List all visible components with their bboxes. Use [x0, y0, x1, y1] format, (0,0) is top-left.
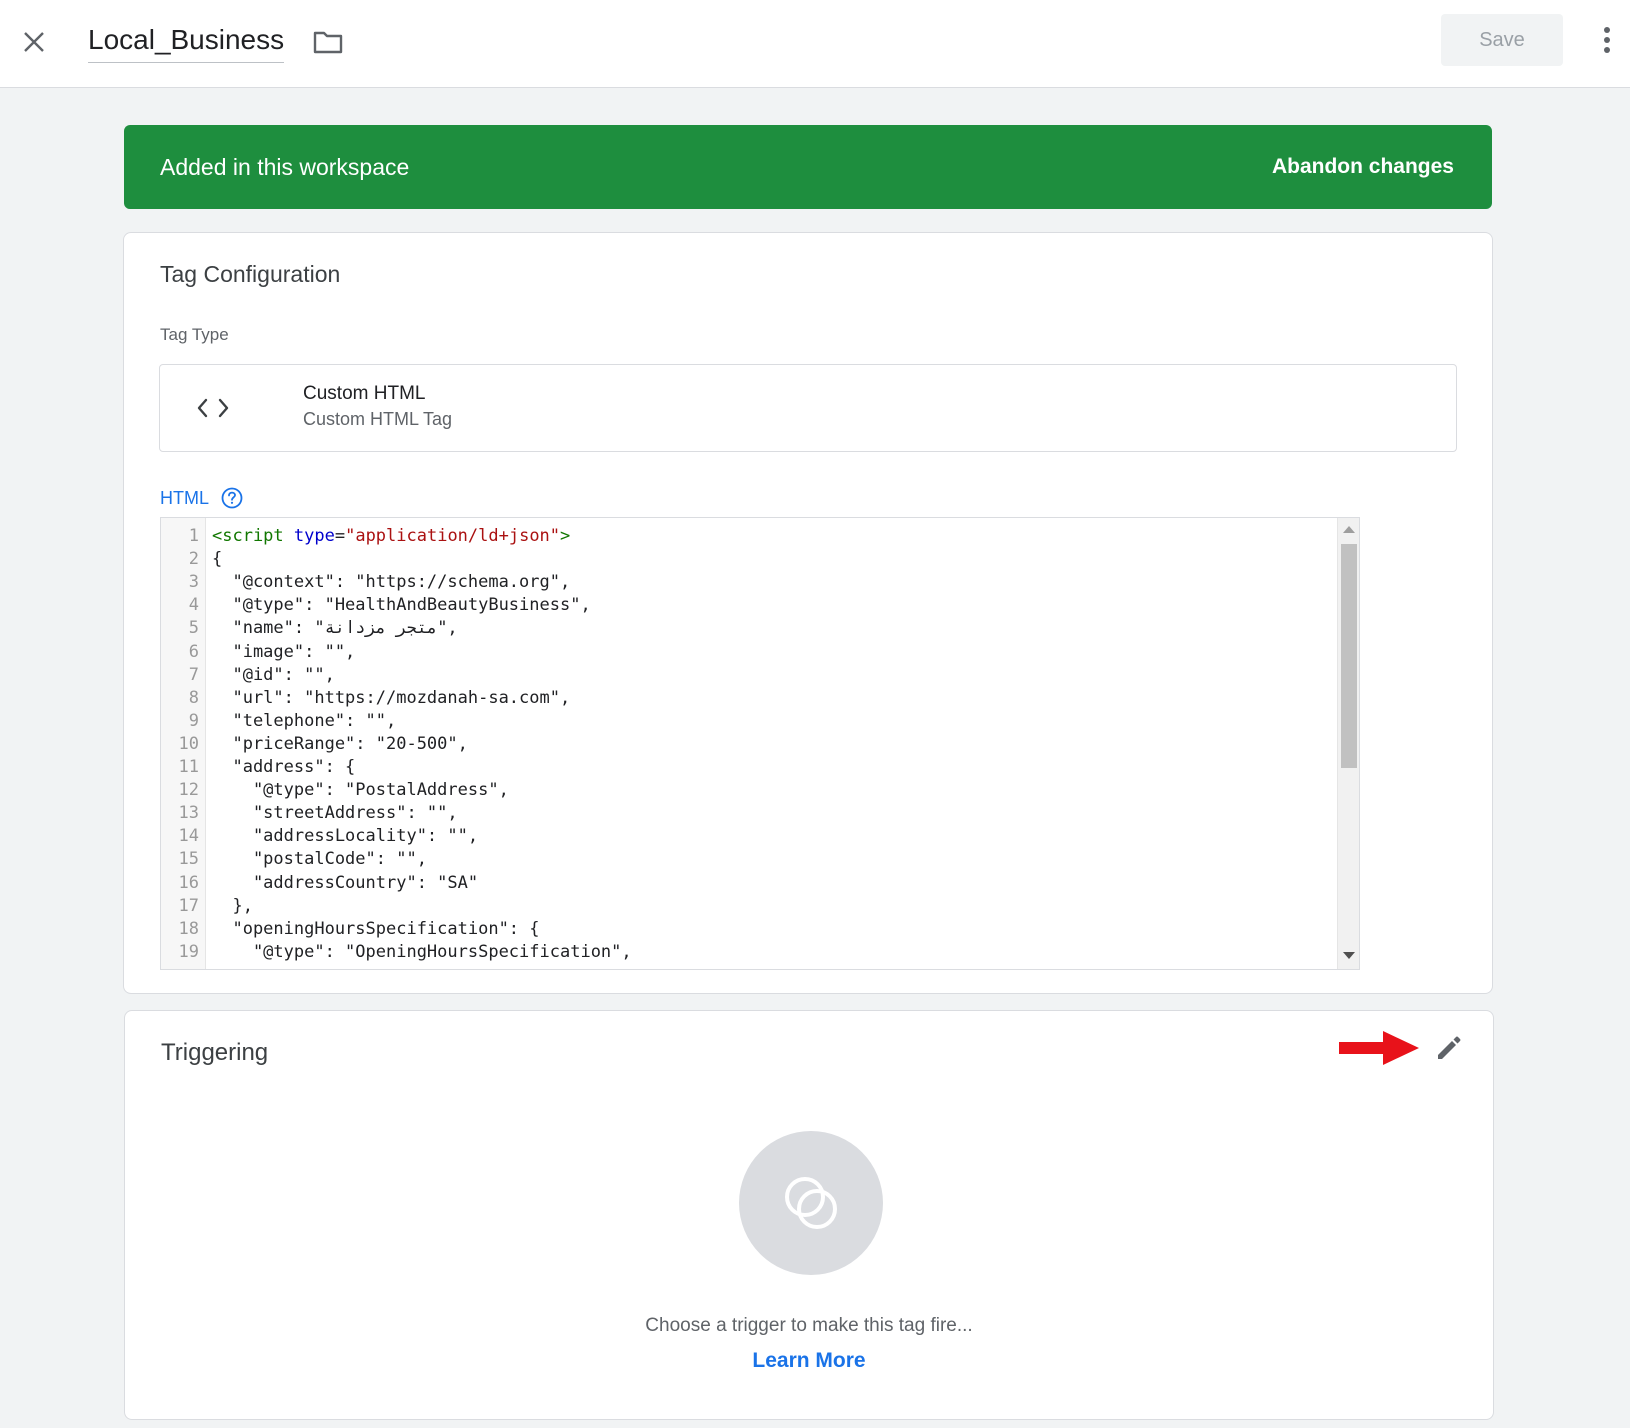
code-token: >	[560, 526, 571, 546]
more-vert-icon	[1604, 27, 1610, 53]
code-line: 2{	[161, 547, 1331, 571]
code-line: 14 "addressLocality": "",	[161, 824, 1331, 848]
line-number: 6	[188, 641, 199, 662]
line-number: 9	[188, 710, 199, 731]
triggering-card[interactable]: Triggering Choose a trigger to make this…	[124, 1010, 1494, 1420]
code-token: "application/ld+json"	[345, 526, 561, 546]
code-text: "address": {	[212, 757, 356, 777]
line-number: 17	[178, 895, 199, 916]
pencil-icon	[1438, 1036, 1461, 1059]
line-number: 13	[178, 803, 199, 824]
code-line: 10 "priceRange": "20-500",	[161, 732, 1331, 756]
tag-configuration-title: Tag Configuration	[160, 261, 341, 287]
line-number: 14	[178, 826, 199, 847]
code-text: },	[212, 895, 253, 916]
line-number: 16	[178, 872, 199, 893]
code-text: "openingHoursSpecification": {	[212, 918, 540, 939]
code-line: 16 "addressCountry": "SA"	[161, 871, 1331, 895]
code-line: 5 "name": "متجر مزدانة",	[161, 616, 1331, 640]
line-number: 19	[178, 941, 199, 962]
more-options-button[interactable]	[1592, 20, 1622, 60]
code-line: 3 "@context": "https://schema.org",	[161, 570, 1331, 594]
tag-configuration-card[interactable]: Tag Configuration Tag Type Custom HTML C…	[123, 232, 1493, 994]
trigger-placeholder[interactable]	[739, 1131, 883, 1275]
line-number: 12	[178, 780, 199, 801]
editor-scrollbar[interactable]	[1337, 518, 1359, 969]
banner-text: Added in this workspace	[160, 153, 410, 180]
folder-icon	[313, 31, 343, 54]
trigger-icon	[785, 1177, 837, 1229]
close-button[interactable]	[16, 22, 52, 62]
learn-more-link[interactable]: Learn More	[125, 1349, 1493, 1373]
code-text: "addressLocality": "",	[212, 826, 479, 847]
line-number: 5	[188, 618, 199, 639]
tag-type-subtitle: Custom HTML Tag	[303, 409, 453, 429]
code-text: "@type": "OpeningHoursSpecification",	[212, 941, 632, 962]
code-line: 13 "streetAddress": "",	[161, 801, 1331, 825]
line-number: 8	[188, 687, 199, 708]
line-number: 3	[188, 572, 199, 593]
code-line: 15 "postalCode": "",	[161, 847, 1331, 871]
code-token: <script	[212, 526, 294, 546]
html-label-text: HTML	[160, 487, 209, 508]
code-brackets-icon	[196, 391, 230, 425]
tag-type-selector[interactable]: Custom HTML Custom HTML Tag	[159, 364, 1457, 452]
html-code-editor[interactable]: 1 <script type="application/ld+json"> 2{3 …	[160, 517, 1360, 970]
code-line: 11 "address": {	[161, 755, 1331, 779]
scrollbar-thumb[interactable]	[1341, 544, 1357, 768]
code-text: "telephone": "",	[212, 710, 397, 731]
code-text: <script type="application/ld+json">	[212, 524, 570, 548]
trigger-hint-text: Choose a trigger to make this tag fire..…	[645, 1315, 973, 1336]
code-line: 9 "telephone": "",	[161, 709, 1331, 733]
code-text: "@id": "",	[212, 664, 335, 685]
code-token: type	[293, 526, 335, 546]
code-line: 4 "@type": "HealthAndBeautyBusiness",	[161, 593, 1331, 617]
line-number: 4	[188, 595, 199, 616]
line-number: 2	[188, 549, 199, 570]
save-button[interactable]: Save	[1441, 14, 1563, 66]
code-line: 8 "url": "https://mozdanah-sa.com",	[161, 686, 1331, 710]
edit-triggering-button[interactable]	[1430, 1029, 1468, 1067]
tag-type-label: Tag Type	[160, 325, 229, 344]
line-number: 1	[188, 526, 199, 546]
workspace-status-banner: Added in this workspace Abandon changes	[124, 125, 1492, 209]
folder-button[interactable]	[310, 26, 346, 58]
code-line: 12 "@type": "PostalAddress",	[161, 778, 1331, 802]
code-line: 19 "@type": "OpeningHoursSpecification",	[161, 940, 1331, 964]
html-field-label: HTML	[160, 487, 243, 509]
code-text: "url": "https://mozdanah-sa.com",	[212, 687, 571, 708]
line-number: 11	[178, 757, 199, 777]
code-text: "@context": "https://schema.org",	[212, 572, 571, 593]
red-arrow-annotation-icon	[1339, 1031, 1419, 1065]
code-text: "postalCode": "",	[212, 849, 427, 870]
code-line: 6 "image": "",	[161, 640, 1331, 664]
line-number: 10	[178, 733, 199, 754]
code-token: =	[334, 526, 346, 546]
code-text: "name": "متجر مزدانة",	[212, 618, 458, 639]
code-line: 18 "openingHoursSpecification": {	[161, 917, 1331, 941]
code-text: "@type": "PostalAddress",	[212, 780, 509, 801]
line-number: 7	[188, 664, 199, 685]
code-text: "@type": "HealthAndBeautyBusiness",	[212, 595, 591, 616]
line-number: 18	[178, 918, 199, 939]
code-text: "addressCountry": "SA"	[212, 872, 479, 893]
close-icon	[24, 32, 44, 52]
code-text: "priceRange": "20-500",	[212, 733, 468, 754]
code-text: {	[212, 549, 223, 570]
code-text: "streetAddress": "",	[212, 803, 458, 824]
triggering-title: Triggering	[161, 1039, 269, 1066]
help-icon[interactable]	[221, 487, 243, 509]
scroll-down-arrow-icon[interactable]	[1343, 952, 1355, 959]
abandon-changes-button[interactable]: Abandon changes	[1272, 155, 1454, 179]
tag-type-name: Custom HTML	[303, 383, 426, 404]
line-number: 15	[178, 849, 199, 870]
code-line: 1 <script type="application/ld+json">	[161, 524, 1331, 548]
scroll-up-arrow-icon[interactable]	[1343, 526, 1355, 533]
code-line: 17 },	[161, 894, 1331, 918]
top-bar: Local_Business Save	[0, 0, 1630, 88]
code-line: 7 "@id": "",	[161, 663, 1331, 687]
code-text: "image": "",	[212, 641, 356, 662]
tag-name-field[interactable]: Local_Business	[88, 22, 285, 63]
